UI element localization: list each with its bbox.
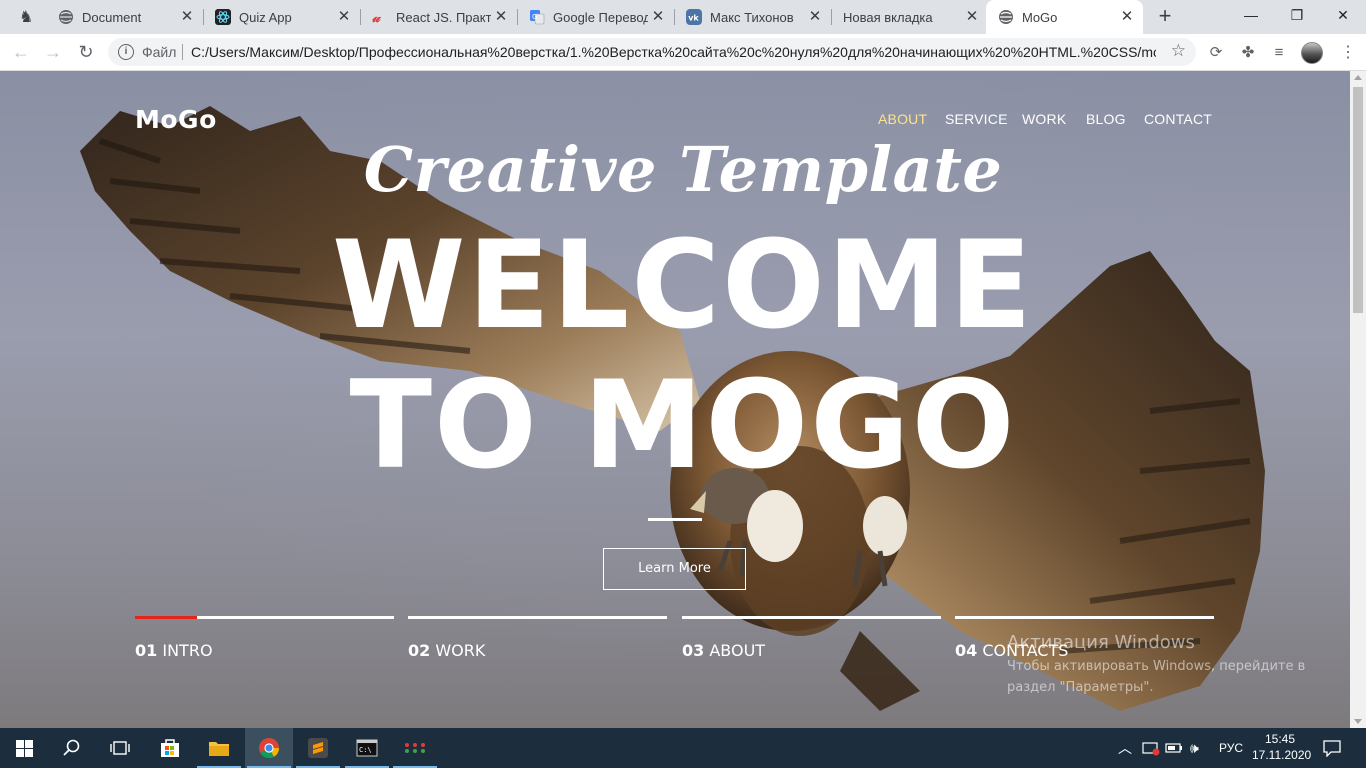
tab-strip: ♞ Document ✕ Quiz App ✕ 𝓊 React JS. Прак… — [0, 0, 1366, 34]
tab-quiz-app[interactable]: Quiz App ✕ — [203, 0, 360, 34]
google-translate-icon: G — [529, 9, 545, 25]
slider-item-intro[interactable]: 01 INTRO — [135, 641, 213, 660]
minimize-button[interactable]: — — [1228, 0, 1274, 30]
terminal-icon: C:\ — [356, 739, 378, 757]
tray-chevron-icon[interactable]: ︿ — [1118, 728, 1132, 768]
close-window-button[interactable]: ✕ — [1320, 0, 1366, 30]
tab-react-practice[interactable]: 𝓊 React JS. Практика ✕ — [360, 0, 517, 34]
tray-volume-icon[interactable]: 🕪 — [1190, 728, 1199, 768]
tray-clock[interactable]: 15:45 17.11.2020 — [1252, 731, 1311, 763]
game-app[interactable] — [391, 728, 439, 768]
reload-button[interactable]: ↻ — [74, 40, 98, 64]
new-tab-button[interactable]: + — [1153, 5, 1177, 29]
terminal-app[interactable]: C:\ — [343, 728, 391, 768]
tab-document[interactable]: Document ✕ — [46, 0, 203, 34]
browser-toolbar: ← → ↻ i Файл C:/Users/Максим/Desktop/Про… — [0, 34, 1366, 71]
page-viewport: MoGo ABOUT SERVICE WORK BLOG CONTACT Cre… — [0, 71, 1366, 728]
close-tab-icon[interactable]: ✕ — [336, 9, 352, 25]
browser-menu-icon[interactable]: ⋮ — [1338, 42, 1358, 64]
slider-progress — [135, 616, 198, 619]
hero-divider — [648, 518, 702, 521]
tray-battery-icon[interactable] — [1165, 728, 1183, 768]
close-tab-icon[interactable]: ✕ — [964, 9, 980, 25]
file-explorer-app[interactable] — [195, 728, 243, 768]
close-tab-icon[interactable]: ✕ — [807, 9, 823, 25]
profile-avatar[interactable] — [1301, 42, 1323, 64]
back-button[interactable]: ← — [9, 40, 33, 64]
tray-network-alert-icon[interactable] — [1142, 728, 1160, 768]
tab-mogo[interactable]: MoGo ✕ — [986, 0, 1143, 34]
notifications-icon[interactable] — [1322, 728, 1342, 768]
scroll-thumb[interactable] — [1353, 87, 1363, 313]
scroll-up-icon[interactable] — [1354, 75, 1362, 80]
close-tab-icon[interactable]: ✕ — [179, 9, 195, 25]
learn-more-button[interactable]: Learn More — [603, 548, 746, 590]
address-divider — [182, 44, 183, 60]
windows-activation-watermark: Активация Windows Чтобы активировать Win… — [1007, 632, 1306, 695]
search-taskbar-button[interactable] — [48, 728, 96, 768]
store-app[interactable] — [146, 728, 194, 768]
scheme-label: Файл — [142, 44, 177, 60]
vk-icon: vk — [686, 9, 702, 25]
slider-item-about[interactable]: 03 ABOUT — [682, 641, 765, 660]
svg-text:G: G — [532, 13, 537, 21]
search-icon — [63, 739, 80, 756]
extension-sync-icon[interactable]: ⟳ — [1206, 43, 1226, 63]
task-view-icon — [110, 741, 130, 755]
scroll-down-icon[interactable] — [1354, 719, 1362, 724]
folder-icon — [209, 742, 229, 756]
slider-bar-intro[interactable] — [135, 616, 394, 619]
info-icon[interactable]: i — [118, 44, 134, 60]
hero-script-title: Creative Template — [363, 133, 1003, 206]
restore-button[interactable]: ❐ — [1274, 0, 1320, 30]
globe-icon — [58, 9, 74, 25]
globe-icon — [998, 9, 1014, 25]
tab-new-tab[interactable]: Новая вкладка ✕ — [831, 0, 988, 34]
media-control-icon[interactable]: ≡ — [1269, 43, 1289, 63]
hero-section: MoGo ABOUT SERVICE WORK BLOG CONTACT Cre… — [0, 71, 1350, 728]
slider-bar-work[interactable] — [408, 616, 667, 619]
bookmark-star-icon[interactable]: ☆ — [1171, 41, 1186, 61]
store-icon — [161, 739, 179, 757]
nav-blog[interactable]: BLOG — [1086, 111, 1126, 129]
nav-contact[interactable]: CONTACT — [1144, 111, 1212, 129]
hero-title-line2: TO MOGO — [349, 355, 1017, 496]
close-tab-icon[interactable]: ✕ — [650, 9, 666, 25]
windows-taskbar: C:\ ︿ 🕪 РУС 15:45 17.11.2020 — [0, 728, 1366, 768]
nav-work[interactable]: WORK — [1022, 111, 1066, 129]
start-button[interactable] — [0, 728, 48, 768]
windows-logo-icon — [15, 739, 33, 757]
forward-button[interactable]: → — [41, 40, 65, 64]
url-text[interactable]: C:/Users/Максим/Desktop/Профессиональная… — [191, 44, 1156, 60]
tab-search-button[interactable]: ♞ — [6, 0, 46, 34]
svg-text:C:\: C:\ — [359, 746, 372, 754]
nav-about[interactable]: ABOUT — [878, 111, 927, 129]
react-icon — [215, 9, 231, 25]
slider-bar-about[interactable] — [682, 616, 941, 619]
site-logo[interactable]: MoGo — [135, 105, 217, 134]
slider-bar-contacts[interactable] — [955, 616, 1214, 619]
extensions-puzzle-icon[interactable]: ✤ — [1238, 43, 1258, 63]
bird-app-icon: ♞ — [19, 9, 34, 26]
tab-google-translate[interactable]: G Google Переводчик ✕ — [517, 0, 674, 34]
task-view-button[interactable] — [96, 728, 144, 768]
chrome-icon — [259, 738, 280, 759]
dots-app-icon — [405, 743, 425, 753]
chrome-app[interactable] — [245, 728, 293, 768]
slider-item-work[interactable]: 02 WORK — [408, 641, 485, 660]
sublime-text-app[interactable] — [294, 728, 342, 768]
svg-text:vk: vk — [688, 14, 699, 23]
close-tab-icon[interactable]: ✕ — [493, 9, 509, 25]
address-bar[interactable]: i Файл C:/Users/Максим/Desktop/Профессио… — [108, 38, 1196, 66]
nav-service[interactable]: SERVICE — [945, 111, 1008, 129]
tab-vk[interactable]: vk Макс Тихонов ✕ — [674, 0, 831, 34]
course-icon: 𝓊 — [372, 9, 380, 25]
close-tab-icon[interactable]: ✕ — [1119, 9, 1135, 25]
page-scrollbar[interactable] — [1350, 71, 1366, 728]
hero-title-line1: WELCOME — [332, 215, 1034, 356]
sublime-icon — [308, 738, 328, 758]
tray-language[interactable]: РУС — [1219, 728, 1243, 768]
